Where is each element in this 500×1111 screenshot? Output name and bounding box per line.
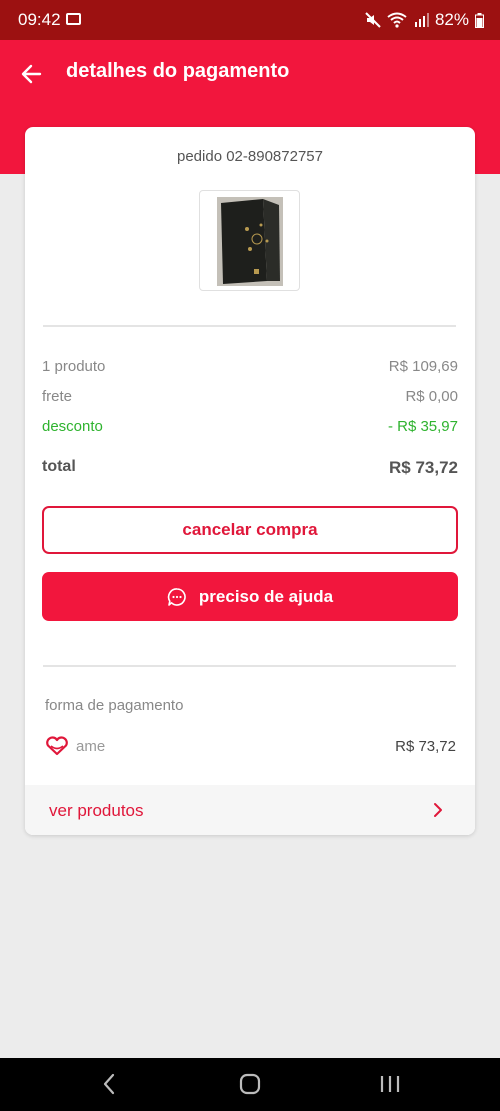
product-thumbnail[interactable] [199,190,300,291]
status-icons: 82% [365,10,484,30]
products-value: R$ 109,69 [388,358,458,375]
status-bar: 09:42 82% [0,0,500,40]
chevron-right-icon [434,803,442,817]
system-navigation-bar [0,1058,500,1111]
screenshot-notification-icon [66,13,81,25]
payment-amount: R$ 73,72 [395,738,456,755]
signal-icon [414,13,429,27]
products-label: 1 produto [42,358,106,375]
nav-recents-icon [380,1076,400,1092]
order-id: pedido 02-890872757 [177,148,323,165]
cancel-purchase-button[interactable]: cancelar compra [42,506,458,554]
summary-row-total: total R$ 73,72 [42,458,458,477]
summary-row-shipping: frete R$ 0,00 [42,388,458,405]
summary-row-discount: desconto - R$ 35,97 [42,418,458,435]
nav-home-button[interactable] [238,1072,262,1101]
discount-label: desconto [42,418,103,435]
help-button[interactable]: preciso de ajuda [42,572,458,621]
help-button-label: preciso de ajuda [198,586,334,606]
nav-home-icon [239,1073,261,1095]
see-products-label: ver produtos [49,801,144,820]
nav-back-button[interactable] [101,1072,117,1101]
heart-icon [46,736,68,756]
payment-method-heading: forma de pagamento [45,697,184,714]
back-button[interactable] [18,60,46,88]
mute-icon [365,12,381,28]
discount-value: - R$ 35,97 [387,418,458,435]
status-time: 09:42 [18,10,61,29]
payment-method-row: ame R$ 73,72 [45,735,456,759]
total-value: R$ 73,72 [389,458,458,477]
shipping-value: R$ 0,00 [405,388,458,405]
divider [43,325,456,327]
shipping-label: frete [42,388,73,405]
see-products-link[interactable]: ver produtos [25,785,475,835]
payment-details-card: pedido 02-890872757 1 produto R$ 109,69 … [25,127,475,835]
back-arrow-icon [21,64,42,84]
summary-row-products: 1 produto R$ 109,69 [42,358,458,375]
chat-bubble-icon [167,587,186,606]
battery-percent: 82% [434,10,469,29]
divider [43,665,456,667]
wifi-icon [387,12,407,28]
nav-back-icon [103,1073,115,1095]
payment-method-name: ame [76,738,106,755]
product-image [217,197,283,286]
nav-recents-button[interactable] [378,1072,402,1101]
total-label: total [42,458,76,475]
page-title: detalhes do pagamento [66,60,290,82]
battery-icon [475,12,484,28]
